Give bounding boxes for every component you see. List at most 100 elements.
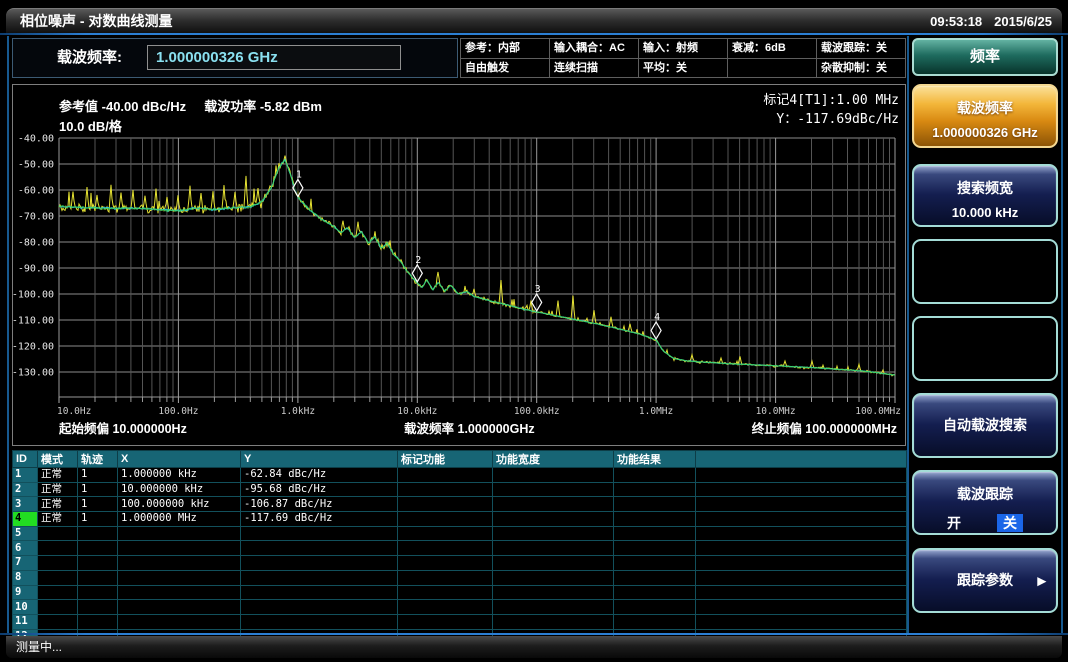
marker-cell-8-3[interactable] (118, 570, 241, 585)
marker-cell-7-5[interactable] (398, 556, 493, 571)
marker-cell-7-3[interactable] (118, 556, 241, 571)
marker-cell-8-1[interactable] (38, 570, 78, 585)
marker-cell-4-1[interactable]: 正常 (38, 512, 78, 527)
marker-cell-10-5[interactable] (398, 600, 493, 615)
marker-cell-1-3[interactable]: 1.000000 kHz (118, 468, 241, 483)
marker-cell-9-2[interactable] (78, 585, 118, 600)
marker-cell-5-6[interactable] (493, 526, 614, 541)
marker-cell-8-6[interactable] (493, 570, 614, 585)
marker-cell-6-8[interactable] (696, 541, 907, 556)
phase-noise-plot[interactable]: -40.00-50.00-60.00-70.00-80.00-90.00-100… (13, 85, 905, 445)
marker-cell-9-8[interactable] (696, 585, 907, 600)
marker-cell-10-7[interactable] (614, 600, 696, 615)
marker-cell-8-2[interactable] (78, 570, 118, 585)
marker-cell-9-3[interactable] (118, 585, 241, 600)
marker-cell-8-5[interactable] (398, 570, 493, 585)
marker-cell-1-7[interactable] (614, 468, 696, 483)
marker-cell-7-0[interactable]: 7 (13, 556, 38, 571)
marker-cell-5-5[interactable] (398, 526, 493, 541)
marker-cell-2-7[interactable] (614, 482, 696, 497)
marker-cell-1-4[interactable]: -62.84 dBc/Hz (241, 468, 398, 483)
marker-cell-7-8[interactable] (696, 556, 907, 571)
carrier-frequency-button[interactable]: 载波频率1.000000326 GHz (912, 84, 1058, 148)
marker-cell-8-4[interactable] (241, 570, 398, 585)
marker-cell-10-0[interactable]: 10 (13, 600, 38, 615)
marker-cell-7-6[interactable] (493, 556, 614, 571)
marker-cell-9-7[interactable] (614, 585, 696, 600)
marker-cell-11-1[interactable] (38, 614, 78, 629)
marker-cell-4-4[interactable]: -117.69 dBc/Hz (241, 512, 398, 527)
marker-cell-2-8[interactable] (696, 482, 907, 497)
marker-cell-5-4[interactable] (241, 526, 398, 541)
marker-cell-11-4[interactable] (241, 614, 398, 629)
marker-cell-4-2[interactable]: 1 (78, 512, 118, 527)
marker-cell-9-5[interactable] (398, 585, 493, 600)
marker-cell-10-2[interactable] (78, 600, 118, 615)
marker-cell-11-7[interactable] (614, 614, 696, 629)
marker-cell-8-8[interactable] (696, 570, 907, 585)
marker-cell-10-6[interactable] (493, 600, 614, 615)
marker-cell-11-0[interactable]: 11 (13, 614, 38, 629)
marker-cell-8-7[interactable] (614, 570, 696, 585)
marker-cell-6-2[interactable] (78, 541, 118, 556)
marker-cell-11-8[interactable] (696, 614, 907, 629)
marker-cell-1-8[interactable] (696, 468, 907, 483)
marker-cell-10-8[interactable] (696, 600, 907, 615)
marker-cell-11-3[interactable] (118, 614, 241, 629)
marker-cell-10-4[interactable] (241, 600, 398, 615)
marker-cell-11-5[interactable] (398, 614, 493, 629)
marker-cell-5-8[interactable] (696, 526, 907, 541)
marker-cell-9-0[interactable]: 9 (13, 585, 38, 600)
marker-cell-6-5[interactable] (398, 541, 493, 556)
marker-cell-1-6[interactable] (493, 468, 614, 483)
marker-cell-4-7[interactable] (614, 512, 696, 527)
marker-diamond-3[interactable] (532, 294, 542, 311)
marker-cell-5-1[interactable] (38, 526, 78, 541)
marker-cell-11-2[interactable] (78, 614, 118, 629)
marker-cell-7-1[interactable] (38, 556, 78, 571)
marker-cell-10-3[interactable] (118, 600, 241, 615)
blank-1-button[interactable] (912, 239, 1058, 304)
marker-cell-5-2[interactable] (78, 526, 118, 541)
carrier-tracking-toggle-off[interactable]: 关 (997, 514, 1023, 532)
marker-cell-4-0[interactable]: 4 (13, 512, 38, 527)
marker-cell-4-3[interactable]: 1.000000 MHz (118, 512, 241, 527)
marker-cell-6-7[interactable] (614, 541, 696, 556)
marker-cell-2-4[interactable]: -95.68 dBc/Hz (241, 482, 398, 497)
marker-cell-1-1[interactable]: 正常 (38, 468, 78, 483)
carrier-tracking-button[interactable]: 载波跟踪开关 (912, 470, 1058, 535)
marker-cell-11-6[interactable] (493, 614, 614, 629)
marker-cell-4-8[interactable] (696, 512, 907, 527)
marker-cell-3-6[interactable] (493, 497, 614, 512)
marker-cell-1-2[interactable]: 1 (78, 468, 118, 483)
marker-cell-9-4[interactable] (241, 585, 398, 600)
marker-cell-7-4[interactable] (241, 556, 398, 571)
marker-cell-2-0[interactable]: 2 (13, 482, 38, 497)
tracking-params-button[interactable]: 跟踪参数▶ (912, 548, 1058, 613)
marker-cell-2-5[interactable] (398, 482, 493, 497)
marker-cell-3-4[interactable]: -106.87 dBc/Hz (241, 497, 398, 512)
marker-cell-2-1[interactable]: 正常 (38, 482, 78, 497)
marker-cell-3-8[interactable] (696, 497, 907, 512)
marker-cell-7-2[interactable] (78, 556, 118, 571)
blank-2-button[interactable] (912, 316, 1058, 381)
marker-cell-4-6[interactable] (493, 512, 614, 527)
marker-cell-9-1[interactable] (38, 585, 78, 600)
marker-cell-3-1[interactable]: 正常 (38, 497, 78, 512)
marker-cell-2-3[interactable]: 10.000000 kHz (118, 482, 241, 497)
marker-cell-5-3[interactable] (118, 526, 241, 541)
marker-cell-3-0[interactable]: 3 (13, 497, 38, 512)
marker-cell-5-0[interactable]: 5 (13, 526, 38, 541)
marker-cell-1-5[interactable] (398, 468, 493, 483)
marker-cell-5-7[interactable] (614, 526, 696, 541)
marker-cell-8-0[interactable]: 8 (13, 570, 38, 585)
marker-cell-6-3[interactable] (118, 541, 241, 556)
marker-cell-9-6[interactable] (493, 585, 614, 600)
marker-cell-1-0[interactable]: 1 (13, 468, 38, 483)
marker-cell-6-0[interactable]: 6 (13, 541, 38, 556)
carrier-tracking-toggle-on[interactable]: 开 (947, 515, 961, 531)
marker-cell-7-7[interactable] (614, 556, 696, 571)
marker-cell-2-2[interactable]: 1 (78, 482, 118, 497)
marker-cell-10-1[interactable] (38, 600, 78, 615)
marker-cell-3-5[interactable] (398, 497, 493, 512)
